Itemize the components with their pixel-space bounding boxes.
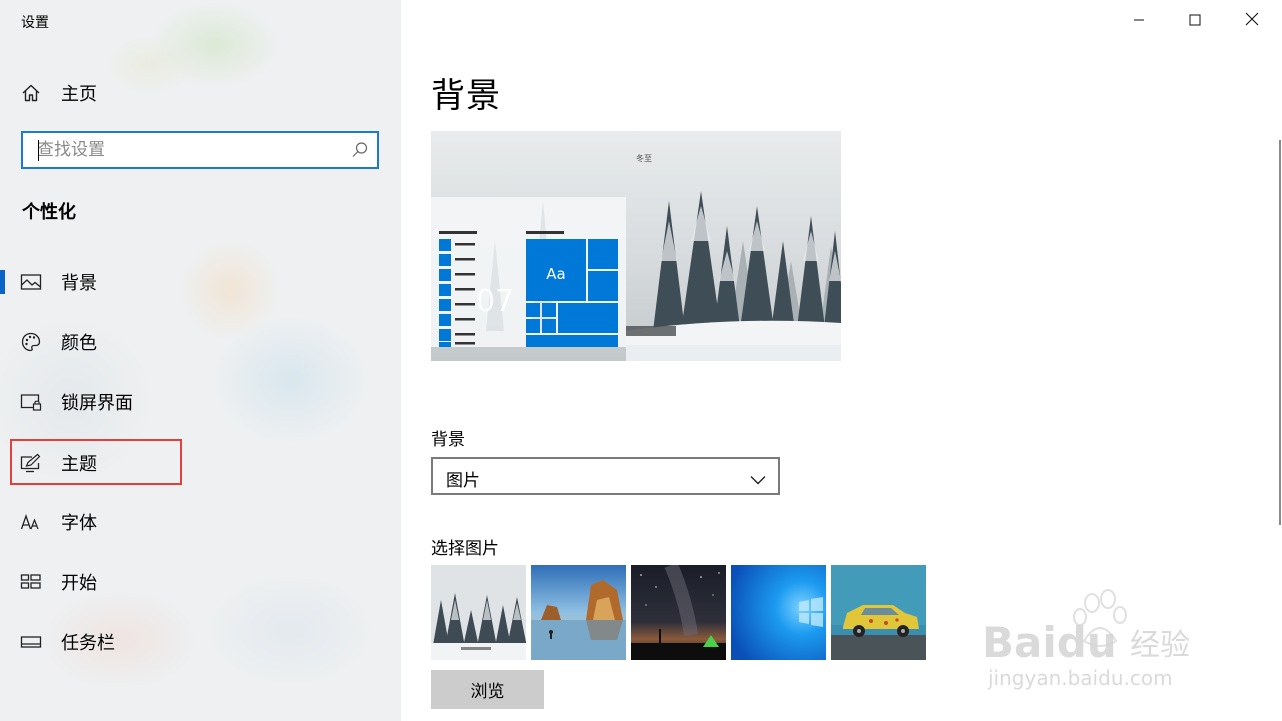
- scrollbar[interactable]: [1278, 40, 1282, 721]
- start-icon: [20, 571, 42, 593]
- palette-icon: [20, 331, 42, 353]
- nav-item-label: 任务栏: [61, 633, 115, 654]
- background-dropdown-value: 图片: [446, 471, 480, 491]
- sidebar: 设置 主页 个性化 背景 颜色: [0, 0, 401, 721]
- section-title: 个性化: [22, 202, 76, 223]
- background-label: 背景: [431, 430, 465, 450]
- nav-item-label: 颜色: [61, 333, 97, 354]
- preview-tile-text: Aa: [546, 265, 565, 283]
- active-indicator: [0, 270, 5, 294]
- lock-screen-icon: [20, 391, 42, 413]
- taskbar-icon: [20, 631, 42, 653]
- thumbnail-snowy-forest[interactable]: [431, 565, 526, 660]
- maximize-button[interactable]: [1167, 0, 1223, 40]
- nav-item-background[interactable]: 背景: [0, 262, 401, 302]
- background-preview: 冬至 07 Aa: [431, 131, 841, 361]
- theme-icon: [20, 452, 42, 474]
- background-dropdown[interactable]: 图片: [431, 457, 780, 495]
- nav-item-themes[interactable]: 主题: [0, 443, 401, 483]
- scrollbar-thumb[interactable]: [1279, 140, 1281, 525]
- home-icon: [20, 82, 42, 104]
- close-icon: [1245, 11, 1259, 30]
- thumbnail-yellow-car[interactable]: [831, 565, 926, 660]
- main-content: 背景 冬至 07 Aa 背景 图片 选择图片 浏览: [401, 0, 1282, 721]
- nav-item-label: 字体: [61, 513, 97, 534]
- settings-window: 设置 主页 个性化 背景 颜色: [0, 0, 1282, 721]
- preview-clock: 07: [476, 284, 514, 319]
- search-input[interactable]: [23, 133, 347, 167]
- nav-item-label: 锁屏界面: [61, 393, 133, 414]
- nav-item-colors[interactable]: 颜色: [0, 322, 401, 362]
- nav-home-label: 主页: [61, 84, 97, 105]
- browse-button[interactable]: 浏览: [431, 670, 544, 709]
- nav-item-start[interactable]: 开始: [0, 562, 401, 602]
- minimize-button[interactable]: [1111, 0, 1167, 40]
- chevron-down-icon: [750, 470, 766, 489]
- nav-item-taskbar[interactable]: 任务栏: [0, 622, 401, 662]
- thumbnail-windows-blue[interactable]: [731, 565, 826, 660]
- nav-item-label: 主题: [61, 454, 97, 475]
- maximize-icon: [1189, 11, 1201, 30]
- search-icon[interactable]: [351, 141, 369, 159]
- thumbnail-beach-rocks[interactable]: [531, 565, 626, 660]
- nav-item-label: 背景: [61, 273, 97, 294]
- font-icon: [20, 511, 42, 533]
- nav-item-fonts[interactable]: 字体: [0, 502, 401, 542]
- close-button[interactable]: [1224, 0, 1280, 40]
- nav-item-label: 开始: [61, 573, 97, 594]
- nav-item-lock-screen[interactable]: 锁屏界面: [0, 382, 401, 422]
- app-title: 设置: [21, 15, 49, 31]
- choose-picture-label: 选择图片: [431, 539, 499, 559]
- page-title: 背景: [431, 76, 501, 116]
- search-box[interactable]: [21, 131, 379, 169]
- thumbnail-night-sky-tent[interactable]: [631, 565, 726, 660]
- nav-home[interactable]: 主页: [20, 80, 97, 106]
- poster-text: 冬至: [636, 153, 652, 163]
- picture-icon: [20, 271, 42, 293]
- text-caret: [38, 140, 39, 161]
- minimize-icon: [1133, 11, 1145, 30]
